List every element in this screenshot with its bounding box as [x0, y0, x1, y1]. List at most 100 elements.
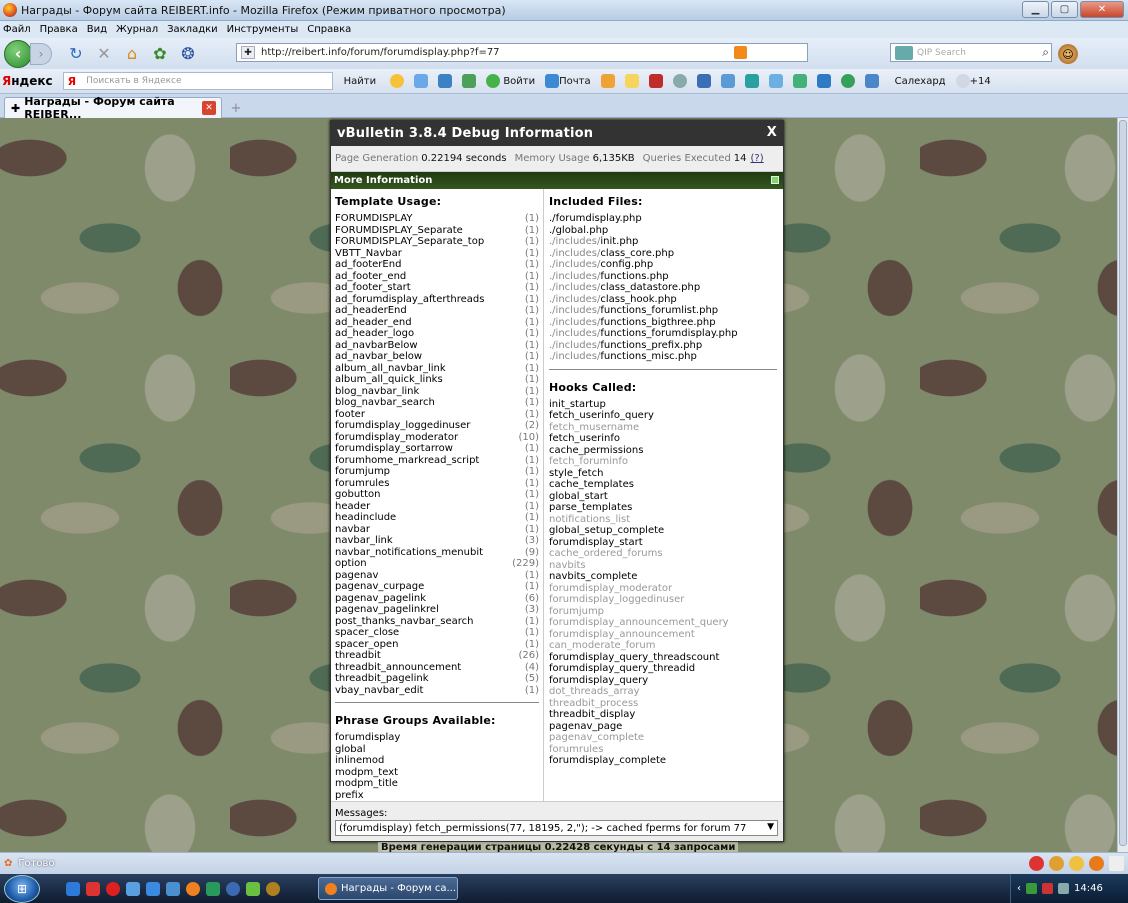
- yandex-logo[interactable]: Яндекс: [2, 74, 53, 88]
- template-item: header (1): [335, 501, 539, 513]
- firebug-icon[interactable]: [1089, 856, 1104, 871]
- template-item: ad_footerEnd (1): [335, 259, 539, 271]
- gmail-icon[interactable]: [1109, 856, 1124, 871]
- template-count: (1): [524, 512, 539, 523]
- tray-arrow-icon[interactable]: ‹: [1017, 883, 1021, 894]
- menu-tools[interactable]: Инструменты: [227, 24, 299, 35]
- market-icon[interactable]: [864, 74, 879, 88]
- tray-icon-1[interactable]: [1026, 883, 1037, 894]
- template-count: (1): [524, 351, 539, 362]
- ql-app-icon-11[interactable]: [266, 881, 280, 896]
- yandex-find-button[interactable]: Найти: [344, 76, 376, 87]
- messages-select[interactable]: (forumdisplay) fetch_permissions(77, 181…: [335, 820, 778, 836]
- template-name: forumdisplay_moderator: [335, 431, 459, 443]
- addon-icon[interactable]: ✿: [150, 44, 170, 64]
- ql-opera-icon[interactable]: [106, 881, 120, 896]
- globe-icon[interactable]: [840, 74, 855, 88]
- adblock-icon[interactable]: [1029, 856, 1044, 871]
- weather-widget[interactable]: +14: [955, 74, 991, 88]
- qip-search-input[interactable]: QIP Search ⌕: [890, 43, 1052, 62]
- news-icon[interactable]: [696, 74, 711, 88]
- network-icon[interactable]: [1058, 883, 1069, 894]
- rss-icon[interactable]: [734, 46, 747, 59]
- close-tab-icon[interactable]: ✕: [202, 101, 216, 115]
- template-item: spacer_open (1): [335, 639, 539, 651]
- ql-app-icon-8[interactable]: [206, 881, 220, 896]
- email-icon[interactable]: [720, 74, 735, 88]
- city-label[interactable]: Салехард: [895, 76, 946, 87]
- stop-icon[interactable]: ✕: [94, 44, 114, 64]
- phrase-item: global: [335, 743, 366, 755]
- ql-desktop-icon[interactable]: [166, 881, 180, 896]
- start-button[interactable]: ⊞: [4, 874, 40, 903]
- more-info-bar[interactable]: More Information: [331, 172, 783, 189]
- yandex-mail-button[interactable]: Почта: [545, 74, 591, 88]
- template-heading: Template Usage:: [335, 195, 442, 208]
- firefox-icon: [3, 3, 17, 17]
- messages-area: Messages: (forumdisplay) fetch_permissio…: [331, 801, 783, 841]
- yandex-search-input[interactable]: Я Поискать в Яндексе: [62, 72, 333, 90]
- home-icon[interactable]: ⌂: [122, 44, 142, 64]
- forward-button[interactable]: ›: [30, 42, 52, 65]
- template-item: ad_footer_end (1): [335, 271, 539, 283]
- status-flower-icon: ✿: [4, 858, 13, 869]
- chat-icon[interactable]: [390, 74, 405, 88]
- photo-icon[interactable]: [816, 74, 831, 88]
- ql-firefox-icon[interactable]: [186, 881, 200, 896]
- house-icon[interactable]: [768, 74, 783, 88]
- collapse-toggle-icon[interactable]: [771, 176, 779, 184]
- phrase-item: forumdisplay: [335, 732, 401, 743]
- ql-app-icon-2[interactable]: [86, 881, 100, 896]
- tray-icon-2[interactable]: [1042, 883, 1053, 894]
- people-icon[interactable]: [744, 74, 759, 88]
- gear-icon[interactable]: [672, 74, 687, 88]
- maximize-button[interactable]: ▢: [1051, 1, 1078, 18]
- url-text[interactable]: http://reibert.info/forum/forumdisplay.p…: [261, 47, 500, 58]
- ql-app-icon-10[interactable]: [246, 881, 260, 896]
- qip-icon[interactable]: [895, 45, 913, 60]
- messages-label: Messages:: [335, 808, 388, 819]
- page-scrollbar[interactable]: [1117, 118, 1128, 852]
- greasemonkey-icon[interactable]: ☺: [1058, 44, 1078, 64]
- menu-help[interactable]: Справка: [307, 24, 351, 35]
- hook-item: forumdisplay_query_threadscount: [549, 651, 720, 663]
- taskbar-firefox-window[interactable]: Награды - Форум са...: [318, 877, 458, 900]
- minimize-button[interactable]: ▁: [1022, 1, 1049, 18]
- url-bar[interactable]: ✚ http://reibert.info/forum/forumdisplay…: [236, 43, 808, 62]
- star-icon[interactable]: [624, 74, 639, 88]
- cursor-icon[interactable]: [1069, 856, 1084, 871]
- new-tab-button[interactable]: +: [226, 99, 246, 117]
- ql-app-icon-1[interactable]: [66, 881, 80, 896]
- yandex-login-button[interactable]: Войти: [486, 74, 535, 88]
- spellcheck-icon[interactable]: [414, 74, 429, 88]
- template-count: (1): [524, 385, 539, 397]
- ql-ie-icon[interactable]: [146, 881, 160, 896]
- menu-history[interactable]: Журнал: [116, 24, 158, 35]
- menu-file[interactable]: Файл: [3, 24, 31, 35]
- file-dir: ./includes/: [549, 270, 601, 282]
- ql-app-icon-9[interactable]: [226, 881, 240, 896]
- translate-icon[interactable]: [438, 74, 453, 88]
- reload-icon[interactable]: ↻: [66, 44, 86, 64]
- menu-bookmarks[interactable]: Закладки: [167, 24, 218, 35]
- debug-close-button[interactable]: X: [767, 125, 777, 140]
- site-identity-icon[interactable]: ✚: [241, 46, 255, 59]
- bell-icon[interactable]: [600, 74, 615, 88]
- chevron-down-icon[interactable]: ▼: [767, 822, 774, 832]
- back-button[interactable]: ‹: [4, 39, 32, 68]
- template-item: navbar (1): [335, 524, 539, 536]
- table-icon[interactable]: [462, 74, 477, 88]
- menu-view[interactable]: Вид: [87, 24, 107, 35]
- file-name: functions.php: [600, 270, 669, 282]
- group-icon[interactable]: [792, 74, 807, 88]
- tab-awards[interactable]: ✚ Награды - Форум сайта REIBER... ✕: [4, 95, 222, 121]
- monkey-status-icon[interactable]: [1049, 856, 1064, 871]
- shield-icon[interactable]: [648, 74, 663, 88]
- ql-app-icon-4[interactable]: [126, 881, 140, 896]
- scrollbar-thumb[interactable]: [1119, 120, 1127, 846]
- queries-help-link[interactable]: (?): [751, 153, 764, 164]
- search-icon[interactable]: ⌕: [1042, 45, 1049, 60]
- close-window-button[interactable]: ✕: [1080, 1, 1124, 18]
- menu-edit[interactable]: Правка: [40, 24, 78, 35]
- wave-icon[interactable]: ❂: [178, 44, 198, 64]
